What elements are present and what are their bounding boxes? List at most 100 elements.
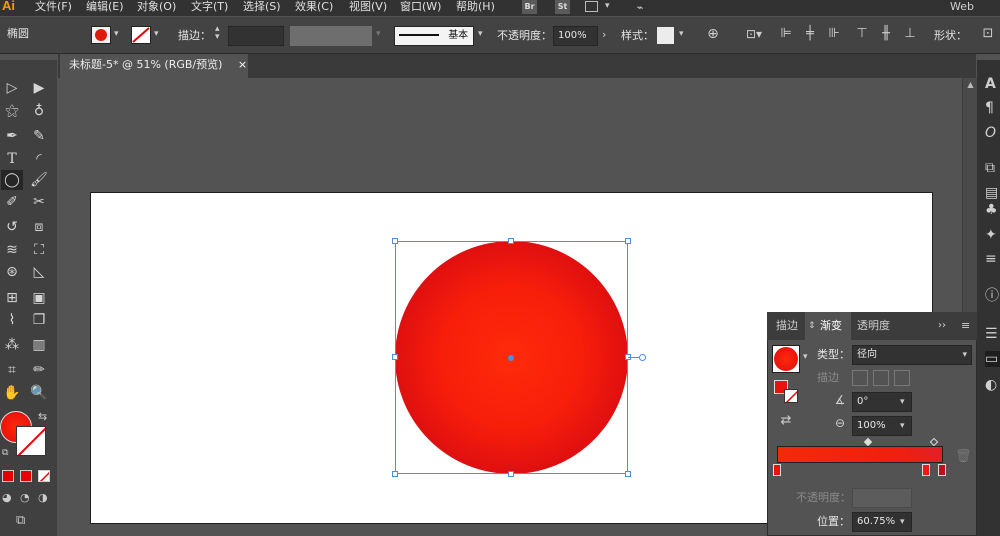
gpu-performance-icon[interactable]: ⌁ [630, 1, 650, 15]
align-vertical-center-icon[interactable]: ╫ [878, 27, 894, 41]
menu-window[interactable]: 窗口(W) [400, 0, 441, 16]
paragraph-panel-icon[interactable]: ¶ [985, 100, 1000, 116]
draw-inside-icon[interactable]: ◑ [38, 491, 48, 504]
tab-gradient-arrows-icon[interactable]: ⇕ [808, 312, 816, 340]
align-horizontal-center-icon[interactable]: ╪ [802, 27, 818, 41]
handle-top-right[interactable] [625, 238, 631, 244]
eyedropper-tool-icon[interactable]: ⌇ [2, 310, 22, 330]
fill-stroke-gradient-stroke-icon[interactable] [784, 389, 798, 403]
stop-opacity-field[interactable] [852, 488, 912, 508]
perspective-grid-tool-icon[interactable]: ◺ [29, 262, 49, 282]
align-left-icon[interactable]: ⊫ [778, 27, 794, 41]
angle-chevron-icon[interactable]: ▾ [900, 397, 905, 407]
paintbrush-tool-icon[interactable]: 🖌 [29, 170, 49, 190]
stroke-chevron-icon[interactable]: ▾ [154, 29, 159, 39]
width-tool-icon[interactable]: ≋ [2, 240, 22, 260]
center-point[interactable] [508, 355, 514, 361]
draw-behind-icon[interactable]: ◔ [20, 491, 30, 504]
opentype-panel-icon[interactable]: O [985, 125, 1000, 141]
lasso-tool-icon[interactable]: ♁ [29, 101, 49, 121]
stock-button[interactable]: St [555, 0, 570, 14]
stop-position-chevron-icon[interactable]: ▾ [900, 517, 905, 527]
tab-gradient[interactable]: 渐变 [820, 312, 842, 340]
draw-normal-icon[interactable]: ◕ [2, 491, 12, 504]
color-stop-right[interactable] [938, 464, 946, 476]
panel-menu-icon[interactable]: ≡ [961, 312, 970, 340]
character-panel-icon[interactable]: A [985, 76, 1000, 92]
symbol-sprayer-tool-icon[interactable]: ⁂ [2, 335, 22, 355]
menu-view[interactable]: 视图(V) [349, 0, 387, 16]
opacity-field[interactable]: 100% [553, 26, 598, 46]
swap-fill-stroke-icon[interactable]: ⇆ [38, 410, 47, 423]
stroke-swatch[interactable] [131, 26, 151, 44]
menu-type[interactable]: 文字(T) [191, 0, 228, 16]
menu-effect[interactable]: 效果(C) [295, 0, 333, 16]
handle-top-left[interactable] [392, 238, 398, 244]
shaper-tool-icon[interactable]: ✐ [2, 192, 22, 212]
aspect-ratio-chevron-icon[interactable]: ▾ [900, 421, 905, 431]
direct-selection-tool-icon[interactable]: ▶ [29, 78, 49, 98]
tab-stroke[interactable]: 描边 [776, 312, 798, 340]
handle-middle-left[interactable] [392, 354, 398, 360]
transparency-panel-icon[interactable]: ◐ [985, 377, 1000, 393]
artboards-panel-icon[interactable]: ⧉ [985, 160, 1000, 176]
fill-swatch[interactable] [91, 26, 111, 44]
handle-top-center[interactable] [508, 238, 514, 244]
menu-edit[interactable]: 编辑(E) [86, 0, 124, 16]
fill-chevron-icon[interactable]: ▾ [114, 29, 119, 39]
menu-select[interactable]: 选择(S) [243, 0, 281, 16]
column-graph-tool-icon[interactable]: ▥ [29, 335, 49, 355]
color-stop-left[interactable] [773, 464, 781, 476]
arrange-chevron-icon[interactable]: ▾ [605, 1, 610, 11]
shape-builder-tool-icon[interactable]: ⊛ [2, 262, 22, 282]
curvature-tool-icon[interactable]: ✎ [29, 126, 49, 146]
free-transform-tool-icon[interactable]: ⛶ [29, 240, 49, 260]
delete-stop-icon[interactable]: 🗑 [955, 450, 972, 464]
handle-bottom-right[interactable] [625, 471, 631, 477]
gradient-preset-chevron-icon[interactable]: ▾ [803, 352, 808, 362]
close-tab-icon[interactable]: × [238, 58, 247, 71]
recolor-artwork-icon[interactable]: ⊕ [705, 27, 721, 41]
links-panel-icon[interactable]: ▤ [985, 185, 1000, 201]
shape-properties-icon[interactable]: ⊡ [980, 27, 996, 41]
collapse-panel-icon[interactable]: ›› [938, 312, 946, 340]
none-mode-icon[interactable] [38, 470, 50, 482]
opacity-arrow-icon[interactable]: › [602, 28, 606, 41]
pen-tool-icon[interactable]: ✒ [2, 126, 22, 146]
style-chevron-icon[interactable]: ▾ [679, 29, 684, 39]
align-right-icon[interactable]: ⊪ [826, 27, 842, 41]
scale-tool-icon[interactable]: ⧈ [29, 217, 49, 237]
handle-bottom-center[interactable] [508, 471, 514, 477]
brushes-panel-icon[interactable]: ✦ [985, 227, 1000, 243]
handle-bottom-left[interactable] [392, 471, 398, 477]
rotate-tool-icon[interactable]: ↺ [2, 217, 22, 237]
ellipse-pie-widget[interactable] [639, 354, 646, 361]
gradient-panel-icon[interactable]: ▭ [985, 351, 1000, 367]
default-colors-icon[interactable]: ⧉ [2, 448, 8, 458]
graphic-style-swatch[interactable] [657, 27, 674, 44]
scroll-up-icon[interactable]: ▲ [963, 80, 978, 89]
selection-tool-icon[interactable]: ▷ [2, 78, 22, 98]
blend-tool-icon[interactable]: ❐ [29, 310, 49, 330]
menu-object[interactable]: 对象(O) [137, 0, 176, 16]
menu-file[interactable]: 文件(F) [35, 0, 72, 16]
brush-chevron-icon[interactable]: ▾ [478, 29, 483, 39]
tab-transparency[interactable]: 透明度 [857, 312, 890, 340]
stroke-within-icon[interactable] [852, 370, 868, 386]
magic-wand-tool-icon[interactable]: ⚝ [2, 101, 22, 121]
screen-mode-icon[interactable]: ⧉ [16, 513, 25, 528]
align-top-icon[interactable]: ⊤ [854, 27, 870, 41]
gradient-tool-icon[interactable]: ▣ [29, 288, 49, 308]
stroke-across-icon[interactable] [894, 370, 910, 386]
color-stop-middle[interactable] [922, 464, 930, 476]
scissors-tool-icon[interactable]: ✂ [29, 192, 49, 212]
type-tool-icon[interactable]: T [2, 149, 22, 169]
stroke-stepper-icon[interactable]: ▴ ▾ [215, 25, 220, 42]
slice-tool-icon[interactable]: ✏ [29, 360, 49, 380]
gradient-mode-icon[interactable] [20, 470, 32, 482]
gradient-slider-bar[interactable] [777, 446, 943, 463]
menu-help[interactable]: 帮助(H) [456, 0, 495, 16]
color-mode-icon[interactable] [2, 470, 14, 482]
stroke-along-icon[interactable] [873, 370, 889, 386]
gradient-preview-thumbnail[interactable] [772, 345, 800, 373]
